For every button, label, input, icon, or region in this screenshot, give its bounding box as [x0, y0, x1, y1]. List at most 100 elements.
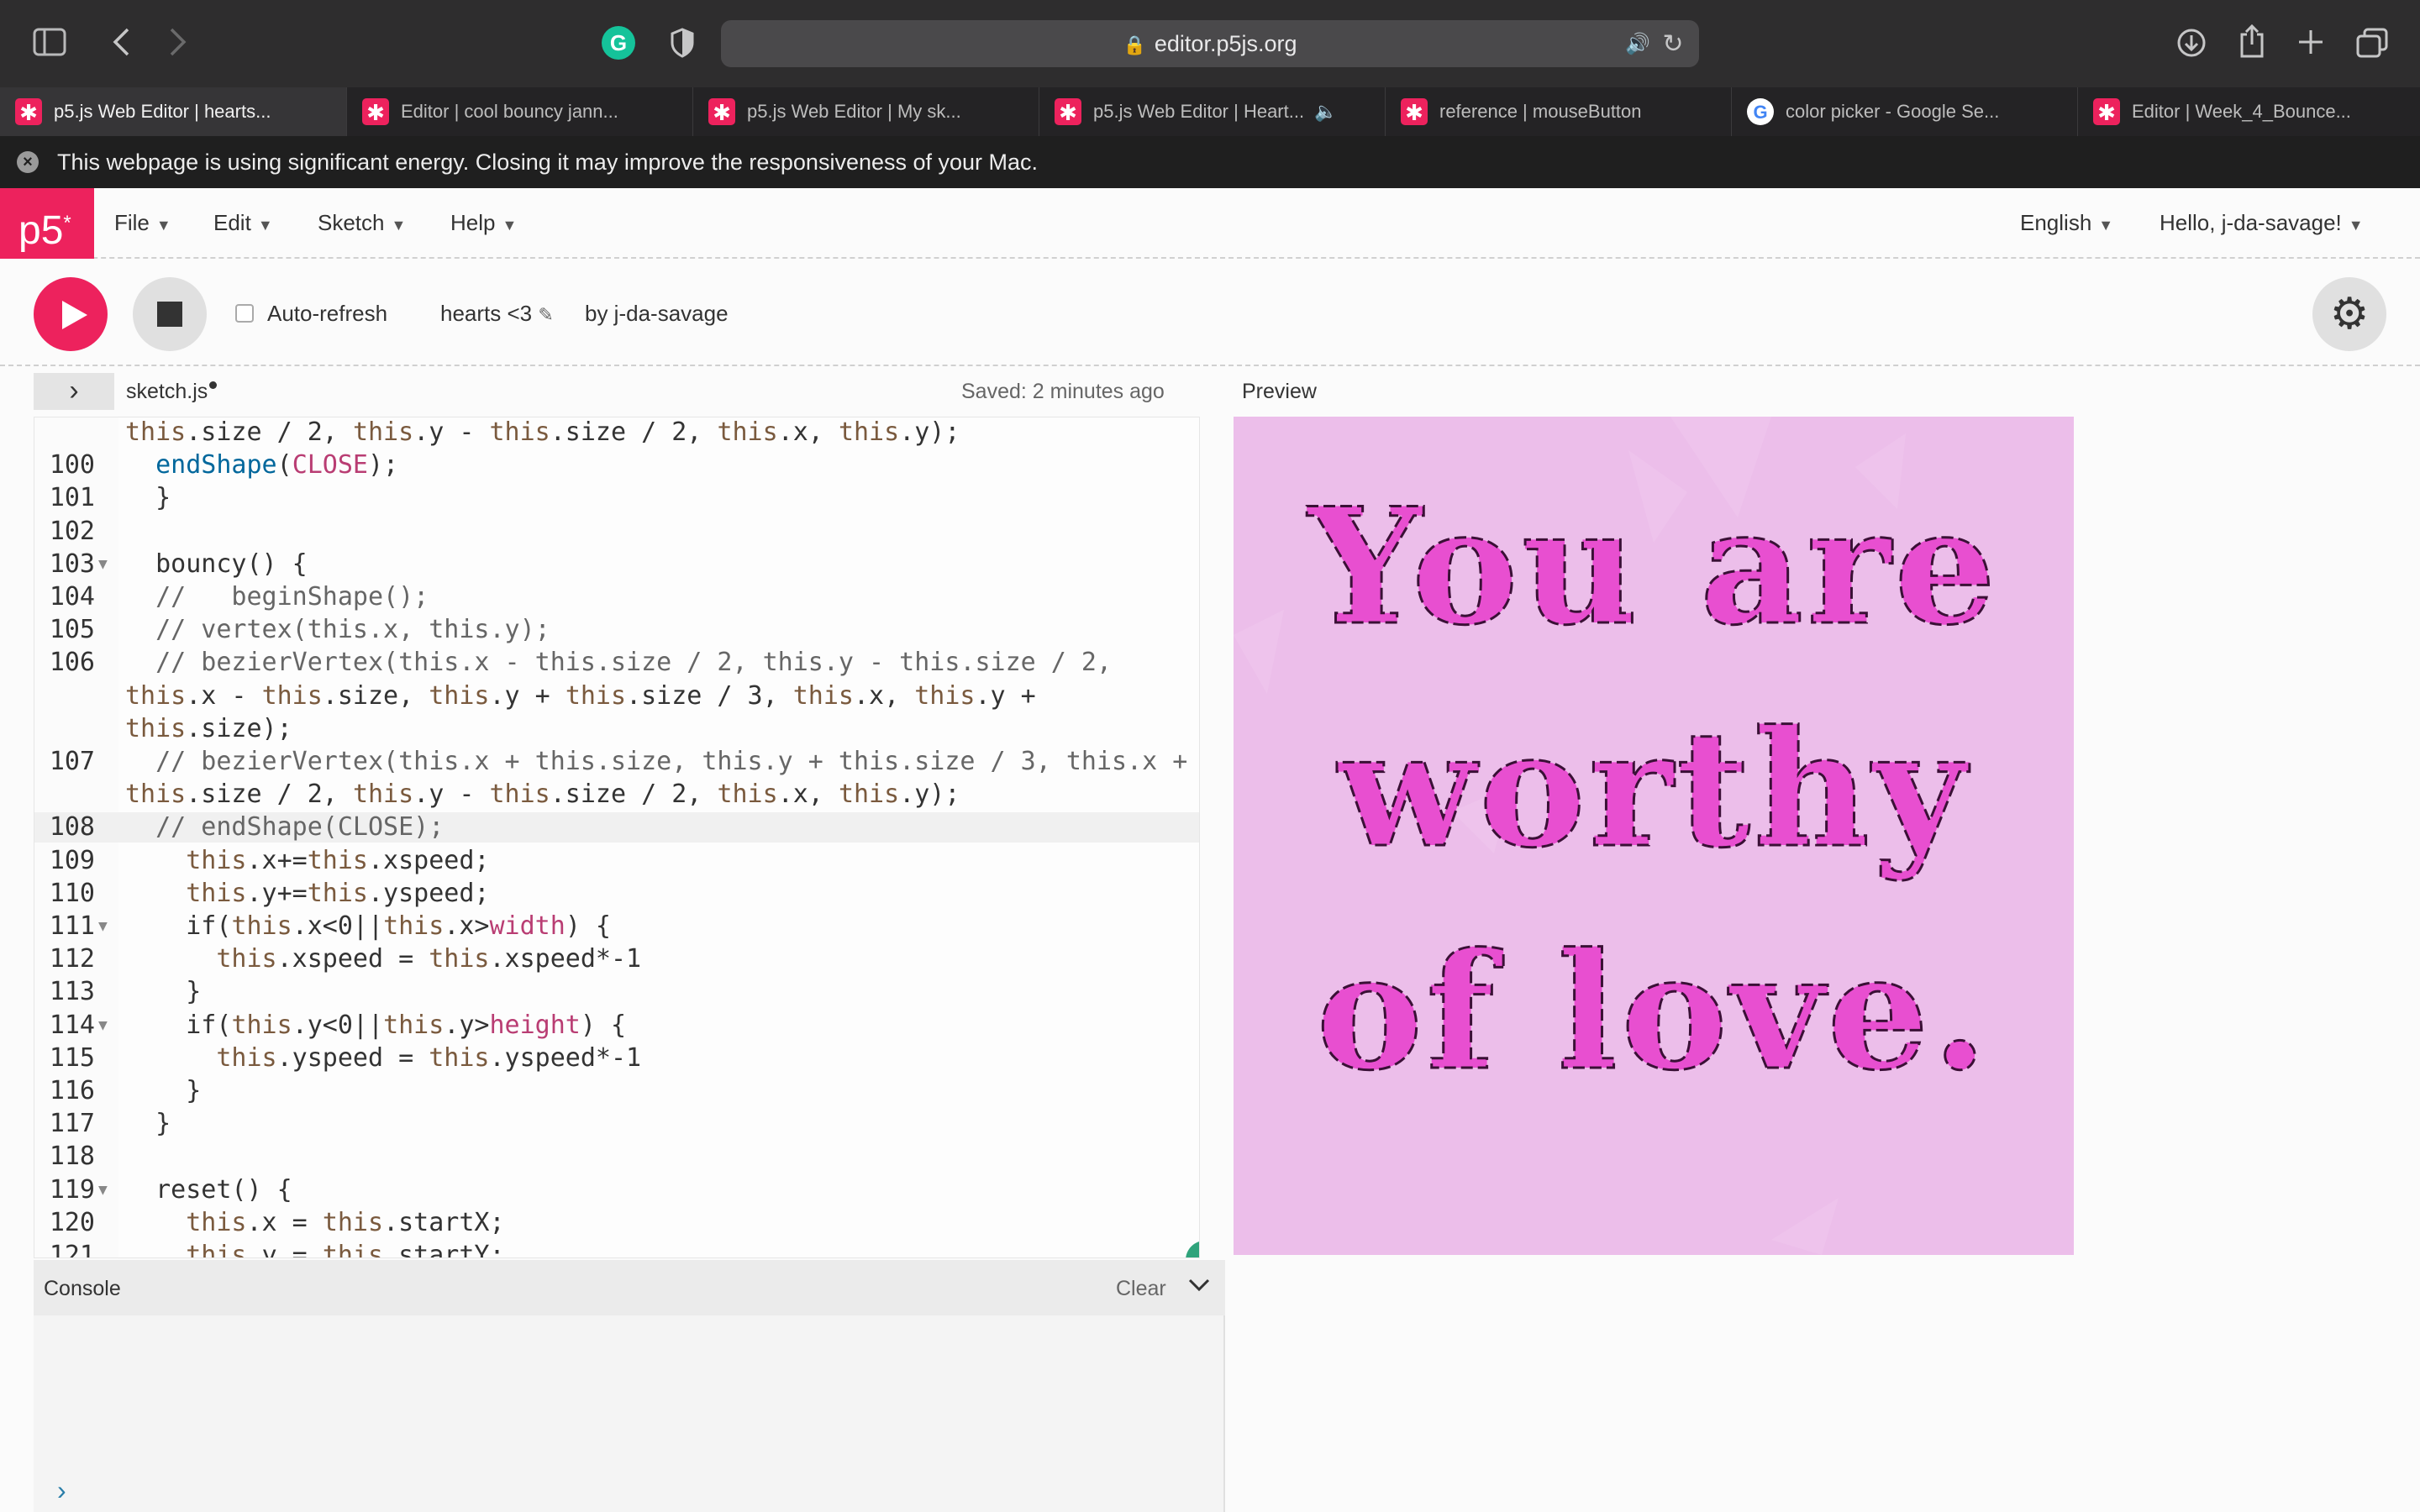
sidebar-toggle-icon[interactable] — [30, 25, 69, 59]
code-line[interactable]: 115 this.yspeed = this.yspeed*-1 — [34, 1043, 1199, 1074]
play-button[interactable] — [34, 277, 108, 351]
menu-file[interactable]: File ▼ — [114, 210, 171, 236]
grammarly-extension-icon[interactable]: G — [602, 26, 635, 60]
browser-tab[interactable]: ✱ Editor | cool bouncy jann... — [346, 87, 692, 136]
code-text: this.x+=this.xspeed; — [186, 845, 490, 875]
stop-button[interactable] — [133, 277, 207, 351]
code-text: this.y = this.startY; — [186, 1241, 505, 1258]
user-menu[interactable]: Hello, j-da-savage! ▼ — [2160, 210, 2364, 236]
code-line[interactable]: 104 // beginShape(); — [34, 582, 1199, 612]
code-line[interactable]: 119 ▼ reset() { — [34, 1175, 1199, 1205]
energy-warning-banner: × This webpage is using significant ener… — [0, 136, 2420, 188]
audio-playing-icon[interactable]: 🔊 — [1623, 30, 1652, 57]
browser-tab[interactable]: ✱ p5.js Web Editor | hearts... — [0, 87, 346, 136]
code-line[interactable]: this.size / 2, this.y - this.size / 2, t… — [34, 780, 1199, 810]
tab-overview-icon[interactable] — [2354, 25, 2390, 60]
code-line[interactable]: 108 // endShape(CLOSE); — [34, 812, 1199, 843]
code-line[interactable]: this.size); — [34, 714, 1199, 744]
code-text: } — [125, 1076, 202, 1105]
console-clear-button[interactable]: Clear — [1116, 1277, 1166, 1301]
line-number: 115 — [49, 1042, 95, 1073]
privacy-shield-icon[interactable] — [666, 25, 699, 60]
code-text: // beginShape(); — [125, 582, 429, 612]
pencil-icon[interactable]: ✎ — [538, 304, 553, 325]
downloads-icon[interactable] — [2175, 25, 2208, 60]
p5-icon: ✱ — [362, 98, 389, 125]
p5-logo[interactable]: p5* — [0, 188, 94, 259]
code-line[interactable]: 100 endShape(CLOSE); — [34, 450, 1199, 480]
code-text: if(this.y<0||this.y>height) { — [125, 1010, 627, 1040]
code-line[interactable]: 118 — [34, 1142, 1199, 1172]
code-line[interactable]: 120 this.x = this.startX; — [34, 1208, 1199, 1238]
share-icon[interactable] — [2235, 22, 2269, 60]
line-number: 108 — [49, 812, 95, 843]
code-line[interactable]: 112 this.xspeed = this.xspeed*-1 — [34, 944, 1199, 974]
code-text: endShape(CLOSE); — [155, 450, 399, 480]
menu-edit[interactable]: Edit ▼ — [213, 210, 273, 236]
fold-arrow-icon[interactable]: ▼ — [98, 911, 108, 942]
console-body[interactable]: › — [34, 1315, 1225, 1512]
code-line[interactable]: 121 this.y = this.startY; — [34, 1241, 1199, 1258]
settings-gear-icon[interactable]: ⚙ — [2312, 277, 2386, 351]
line-number: 116 — [49, 1076, 95, 1105]
line-number: 105 — [49, 615, 95, 645]
line-number: 104 — [49, 582, 95, 612]
code-line[interactable]: 106 // bezierVertex(this.x - this.size /… — [34, 648, 1199, 678]
caret-down-icon: ▼ — [502, 217, 518, 234]
forward-icon[interactable] — [161, 24, 195, 60]
code-line[interactable]: 105 // vertex(this.x, this.y); — [34, 615, 1199, 645]
browser-tab[interactable]: Gcolor picker - Google Se... — [1731, 87, 2077, 136]
browser-tab[interactable]: ✱ p5.js Web Editor | Heart... 🔈 — [1039, 87, 1385, 136]
code-line[interactable]: 109 this.x+=this.xspeed; — [34, 846, 1199, 876]
code-text: // vertex(this.x, this.y); — [125, 615, 550, 645]
code-line[interactable]: this.size / 2, this.y - this.size / 2, t… — [34, 417, 1199, 448]
chevron-down-icon[interactable] — [1186, 1272, 1212, 1303]
code-line[interactable]: this.x - this.size, this.y + this.size /… — [34, 681, 1199, 711]
fold-arrow-icon[interactable]: ▼ — [98, 549, 108, 580]
close-icon[interactable]: × — [17, 151, 39, 173]
file-tab[interactable]: sketch.js — [126, 380, 218, 404]
code-editor[interactable]: this.size / 2, this.y - this.size / 2, t… — [34, 417, 1200, 1258]
code-text: reset() { — [125, 1174, 292, 1205]
code-line[interactable]: 107 // bezierVertex(this.x + this.size, … — [34, 747, 1199, 777]
code-text: this.yspeed = this.yspeed*-1 — [216, 1042, 642, 1073]
address-bar[interactable]: 🔒 editor.p5js.org 🔊 ↻ — [721, 20, 1699, 67]
code-line[interactable]: 116 } — [34, 1076, 1199, 1106]
line-number: 120 — [49, 1207, 95, 1237]
code-line[interactable]: 114 ▼ if(this.y<0||this.y>height) { — [34, 1011, 1199, 1041]
code-line[interactable]: 103 ▼ bouncy() { — [34, 549, 1199, 580]
code-line[interactable]: 113 } — [34, 977, 1199, 1007]
code-line[interactable]: 117 } — [34, 1109, 1199, 1139]
expand-sidebar-button[interactable]: › — [34, 373, 114, 410]
line-number: 121 — [49, 1241, 95, 1258]
p5-icon: ✱ — [2093, 98, 2120, 125]
new-tab-icon[interactable] — [2294, 24, 2328, 60]
browser-tab[interactable]: ✱ p5.js Web Editor | My sk... — [692, 87, 1039, 136]
menu-sketch[interactable]: Sketch ▼ — [318, 210, 406, 236]
fold-arrow-icon[interactable]: ▼ — [98, 1011, 108, 1041]
language-menu[interactable]: English ▼ — [2020, 210, 2113, 236]
back-icon[interactable] — [104, 24, 138, 60]
caret-down-icon: ▼ — [257, 217, 273, 234]
console-prompt-icon[interactable]: › — [57, 1475, 66, 1506]
caret-down-icon: ▼ — [2098, 217, 2114, 234]
browser-tab[interactable]: ✱ Editor | Week_4_Bounce... — [2077, 87, 2420, 136]
menu-help[interactable]: Help ▼ — [450, 210, 517, 236]
code-text: // bezierVertex(this.x - this.size / 2, … — [125, 648, 1112, 678]
code-text: // bezierVertex(this.x + this.size, this… — [125, 747, 1188, 776]
preview-canvas-svg: You are worthy of love. — [1234, 417, 1997, 1255]
fold-arrow-icon[interactable]: ▼ — [98, 1175, 108, 1205]
auto-refresh-checkbox[interactable] — [235, 304, 254, 323]
code-line[interactable]: 101 } — [34, 483, 1199, 513]
reload-icon[interactable]: ↻ — [1659, 29, 1687, 59]
code-line[interactable]: 111 ▼ if(this.x<0||this.x>width) { — [34, 911, 1199, 942]
speaker-icon[interactable]: 🔈 — [1314, 101, 1337, 123]
code-line[interactable]: 102 — [34, 517, 1199, 547]
browser-tab[interactable]: ✱ reference | mouseButton — [1385, 87, 1731, 136]
preview-canvas[interactable]: You are worthy of love. — [1234, 417, 2074, 1255]
line-number: 118 — [49, 1142, 95, 1172]
console-label: Console — [44, 1277, 121, 1300]
code-line[interactable]: 110 this.y+=this.yspeed; — [34, 879, 1199, 909]
caret-down-icon: ▼ — [2348, 217, 2364, 234]
sketch-name[interactable]: hearts <3 ✎ — [440, 301, 554, 327]
